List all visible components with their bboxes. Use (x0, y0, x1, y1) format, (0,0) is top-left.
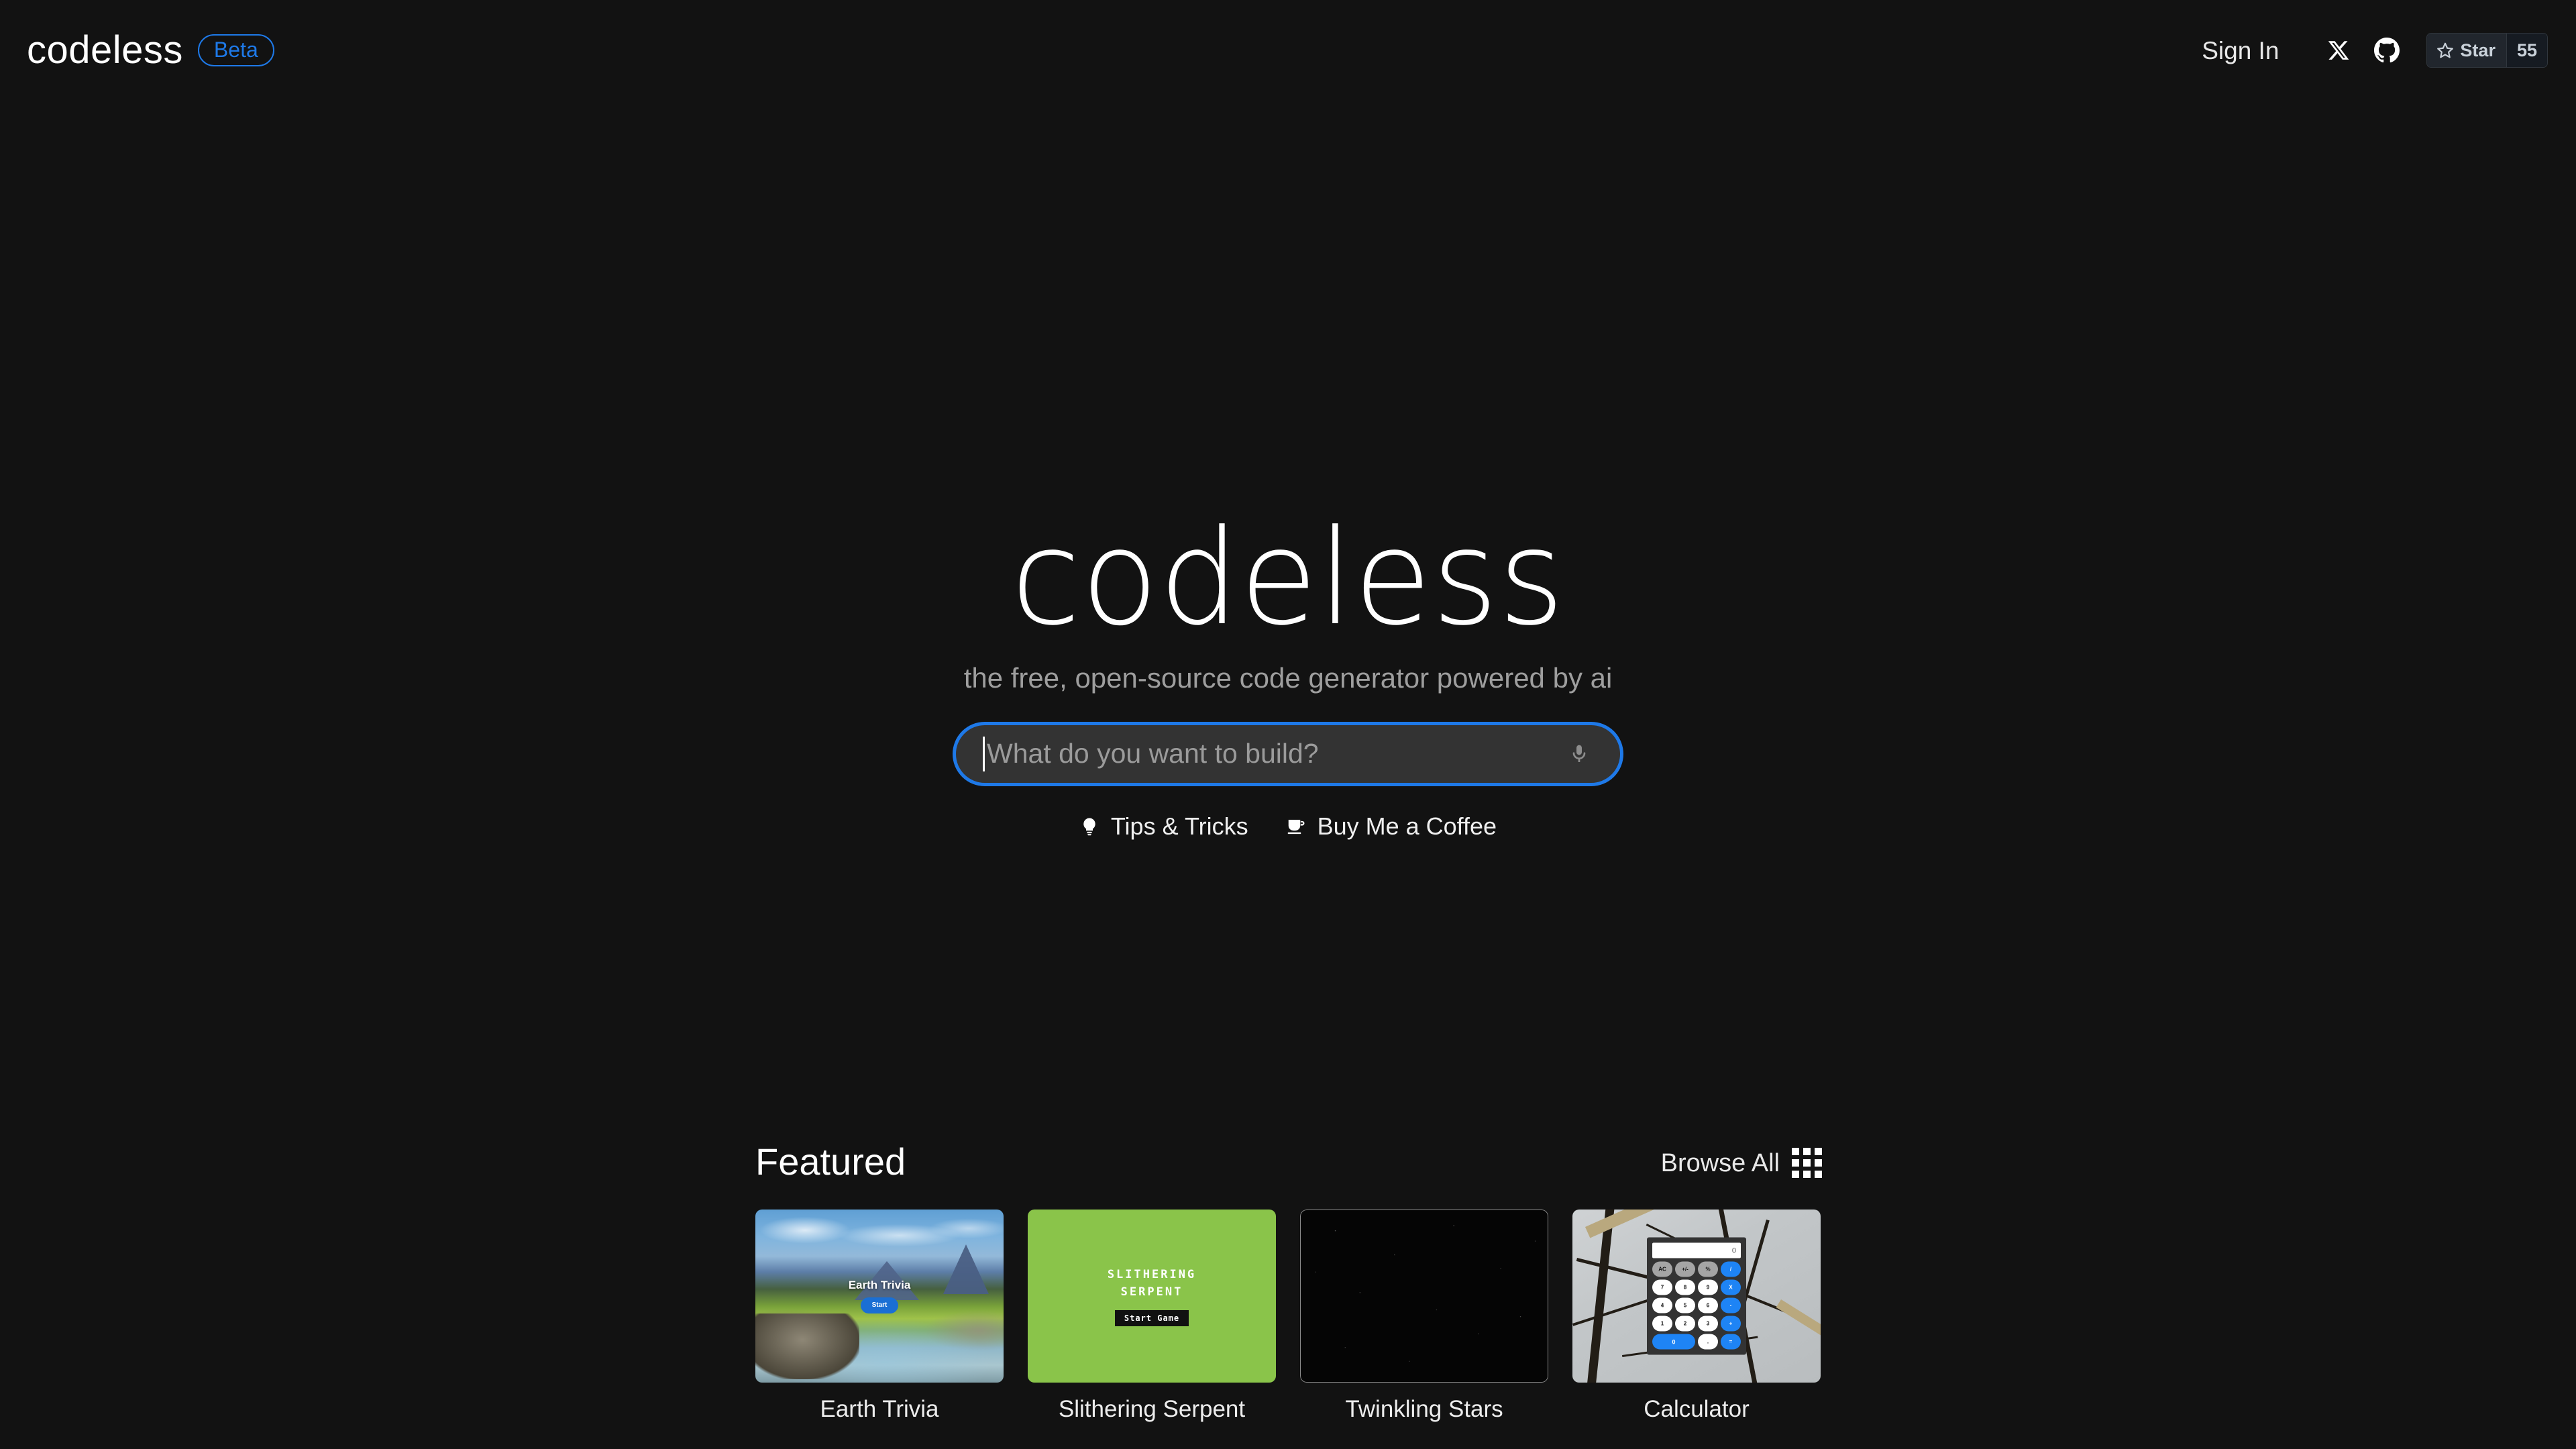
sign-in-button[interactable]: Sign In (2202, 38, 2279, 63)
browse-all-label: Browse All (1660, 1148, 1780, 1177)
featured-card-slithering-serpent[interactable]: SLITHERING SERPENT Start Game Slithering… (1028, 1210, 1276, 1421)
calc-key-0[interactable]: 0 (1652, 1334, 1695, 1350)
snake-game-screen: SLITHERING SERPENT Start Game (1028, 1210, 1276, 1383)
featured-title: Featured (755, 1140, 906, 1183)
calc-key-plus[interactable]: + (1721, 1316, 1741, 1332)
featured-card-earth-trivia[interactable]: Earth Trivia Start Earth Trivia (755, 1210, 1004, 1421)
card-thumbnail: SLITHERING SERPENT Start Game (1028, 1210, 1276, 1383)
calc-key-equals[interactable]: = (1721, 1334, 1741, 1350)
overlay-title-line-2: SERPENT (1120, 1285, 1183, 1299)
calc-key-3[interactable]: 3 (1698, 1316, 1718, 1332)
tips-and-tricks-link[interactable]: Tips & Tricks (1079, 814, 1248, 839)
lightbulb-icon (1083, 818, 1095, 836)
branch (1776, 1299, 1821, 1337)
hero-tagline: the free, open-source code generator pow… (963, 661, 1613, 694)
coffee-cup-icon (1287, 819, 1305, 834)
tips-and-tricks-label: Tips & Tricks (1110, 812, 1248, 840)
buy-me-a-coffee-link[interactable]: Buy Me a Coffee (1286, 814, 1497, 839)
calc-key-1[interactable]: 1 (1652, 1316, 1672, 1332)
start-game-button[interactable]: Start Game (1114, 1310, 1189, 1327)
calc-key-5[interactable]: 5 (1675, 1297, 1695, 1313)
calculator-display: 0 (1652, 1242, 1741, 1258)
calc-key-2[interactable]: 2 (1675, 1316, 1695, 1332)
featured-card-twinkling-stars[interactable]: Twinkling Stars (1300, 1210, 1548, 1421)
grid-icon (1792, 1148, 1822, 1178)
featured-card-list: Earth Trivia Start Earth Trivia SLITHERI… (755, 1210, 1822, 1421)
start-button[interactable]: Start (860, 1297, 899, 1313)
card-label: Slithering Serpent (1058, 1396, 1246, 1422)
star-button-face: Star (2427, 34, 2506, 67)
browse-all-button[interactable]: Browse All (1661, 1148, 1822, 1181)
brand-name: codeless (27, 28, 183, 72)
card-label: Calculator (1644, 1396, 1750, 1422)
calc-key-sign[interactable]: +/- (1675, 1261, 1695, 1277)
github-icon[interactable] (2369, 32, 2405, 68)
hero-section: codeless the free, open-source code gene… (0, 502, 2576, 839)
star-label: Star (2460, 40, 2496, 60)
card-label: Earth Trivia (820, 1396, 939, 1422)
calc-key-7[interactable]: 7 (1652, 1279, 1672, 1295)
featured-section: Featured Browse All Earth Trivia Start E (755, 1134, 1822, 1421)
starfield-image (1300, 1210, 1548, 1383)
calc-key-ac[interactable]: AC (1652, 1261, 1672, 1277)
overlay-title: Earth Trivia (848, 1279, 911, 1291)
calc-key-4[interactable]: 4 (1652, 1297, 1672, 1313)
overlay-title: SLITHERING SERPENT (1108, 1266, 1196, 1301)
x-twitter-icon[interactable] (2320, 32, 2357, 68)
github-star-button[interactable]: Star 55 (2426, 33, 2548, 68)
calc-key-divide[interactable]: / (1721, 1261, 1741, 1277)
calc-key-8[interactable]: 8 (1675, 1279, 1695, 1295)
quick-links: Tips & Tricks Buy Me a Coffee (1079, 814, 1497, 839)
featured-header: Featured Browse All (755, 1134, 1822, 1181)
calculator-keypad: AC +/- % / 7 8 9 X 4 5 6 - 1 2 3 + 0 . = (1652, 1261, 1741, 1350)
featured-card-calculator[interactable]: 0 AC +/- % / 7 8 9 X 4 5 6 - 1 2 3 + 0 .… (1572, 1210, 1821, 1421)
calculator-widget: 0 AC +/- % / 7 8 9 X 4 5 6 - 1 2 3 + 0 .… (1647, 1237, 1746, 1355)
card-overlay: Earth Trivia Start (755, 1210, 1004, 1383)
calc-key-9[interactable]: 9 (1698, 1279, 1718, 1295)
search-box[interactable] (953, 721, 1623, 786)
card-label: Twinkling Stars (1345, 1396, 1503, 1422)
header-actions: Sign In Star 55 (2202, 32, 2548, 68)
calc-key-minus[interactable]: - (1721, 1297, 1741, 1313)
star-icon (2437, 42, 2454, 58)
text-caret (983, 736, 985, 771)
calc-key-6[interactable]: 6 (1698, 1297, 1718, 1313)
search-input[interactable] (987, 738, 1561, 770)
beta-badge: Beta (197, 34, 274, 66)
calc-key-percent[interactable]: % (1698, 1261, 1718, 1277)
microphone-icon[interactable] (1561, 736, 1597, 772)
card-thumbnail: 0 AC +/- % / 7 8 9 X 4 5 6 - 1 2 3 + 0 .… (1572, 1210, 1821, 1383)
calc-key-multiply[interactable]: X (1721, 1279, 1741, 1295)
card-thumbnail: Earth Trivia Start (755, 1210, 1004, 1383)
overlay-title-line-1: SLITHERING (1107, 1267, 1197, 1281)
brand-logo[interactable]: codeless Beta (27, 31, 274, 70)
star-count: 55 (2506, 34, 2547, 67)
card-thumbnail (1300, 1210, 1548, 1383)
calc-key-decimal[interactable]: . (1698, 1334, 1718, 1350)
top-header: codeless Beta Sign In Star 55 (0, 0, 2576, 101)
buy-me-a-coffee-label: Buy Me a Coffee (1317, 812, 1497, 840)
page-title: codeless (1011, 502, 1565, 655)
